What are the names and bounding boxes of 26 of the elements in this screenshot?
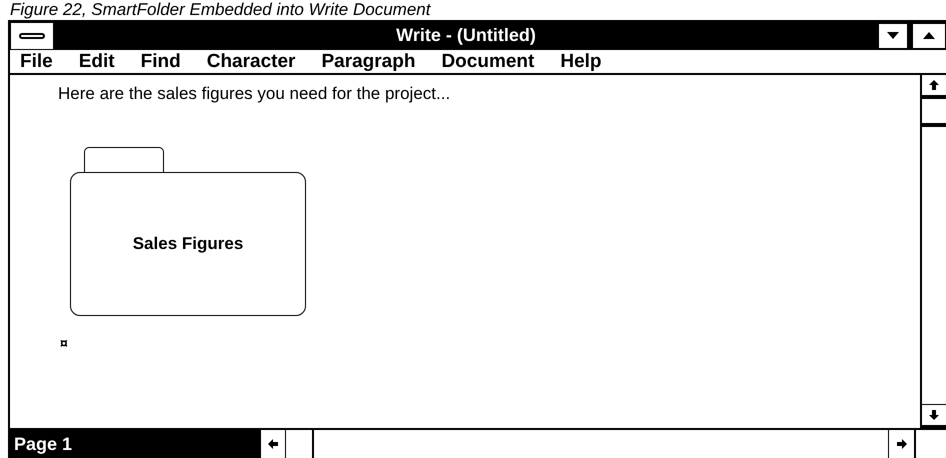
folder-icon[interactable]: Sales Figures [70,172,306,316]
scroll-left-button[interactable] [260,430,286,458]
menu-item[interactable]: Paragraph [315,50,422,72]
window-title: Write - (Untitled) [395,24,537,47]
menu-item[interactable]: Edit [72,50,121,72]
figure-caption: Figure 22, SmartFolder Embedded into Write Document [9,0,432,20]
right-arrow-icon [896,439,906,449]
menu-item[interactable]: Document [435,50,540,72]
document-text: Here are the sales figures you need for the project... [58,83,450,105]
folder-label: Sales Figures [132,233,244,256]
menu-item[interactable]: Help [554,50,608,72]
up-arrow-icon [929,80,939,90]
up-triangle-icon [923,32,935,39]
menu-item[interactable]: Character [200,50,302,72]
paragraph-end-mark: ¤ [60,334,68,353]
menu-item[interactable]: File [14,50,59,72]
down-triangle-icon [887,32,899,39]
scroll-down-button[interactable] [922,404,946,428]
menu-item[interactable]: Find [134,50,187,72]
maximize-button[interactable] [912,22,946,48]
minimize-button[interactable] [878,22,908,48]
system-menu-button[interactable] [10,22,54,50]
page-indicator: Page 1 [10,430,260,458]
down-arrow-icon [929,410,939,420]
left-arrow-icon [268,439,278,449]
dash-icon [19,32,45,38]
